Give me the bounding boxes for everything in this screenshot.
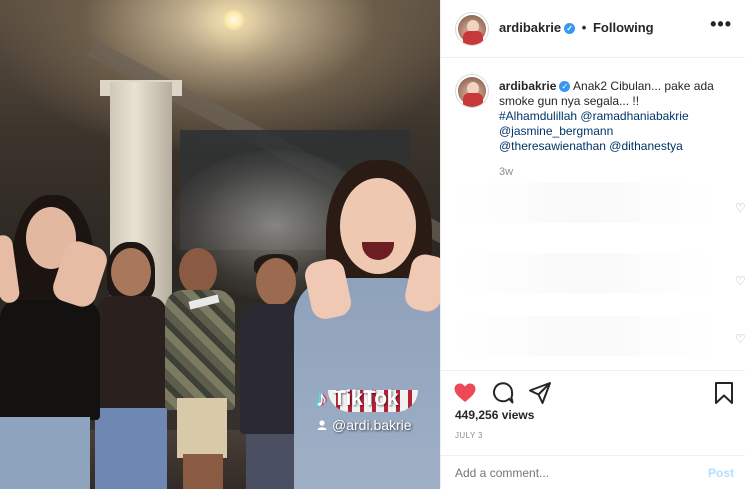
- blurred-comment: [455, 183, 715, 223]
- user-icon: [317, 420, 327, 430]
- bookmark-icon[interactable]: [712, 381, 736, 405]
- tiktok-brand: TikTok: [333, 387, 399, 410]
- header-user-line: ardibakrie ✓ • Following: [499, 20, 654, 35]
- post-date[interactable]: JULY 3: [455, 431, 483, 440]
- post-side-panel: ardibakrie ✓ • Following ••• ardibakrie ✓ …: [440, 0, 745, 489]
- caption-timestamp[interactable]: 3w: [499, 166, 513, 178]
- comment-like-icon[interactable]: ♡: [735, 201, 745, 215]
- ceiling-lamp: [222, 8, 246, 32]
- comments-section: ardibakrie ✓ Anak2 Cibulan... pake ada sm…: [441, 58, 745, 370]
- ceiling: [0, 0, 440, 150]
- hashtag-link[interactable]: #Alhamdulillah: [499, 109, 577, 123]
- caption-verified-badge-icon: ✓: [559, 81, 571, 93]
- header-separator: •: [581, 20, 587, 35]
- mention-link[interactable]: @theresawienathan: [499, 139, 606, 153]
- avatar[interactable]: [455, 12, 489, 46]
- mention-link[interactable]: @ramadhaniabakrie: [580, 109, 688, 123]
- post-button[interactable]: Post: [708, 466, 734, 480]
- share-icon[interactable]: [528, 381, 552, 405]
- comment-icon[interactable]: [491, 381, 515, 405]
- caption-avatar[interactable]: [455, 74, 489, 108]
- verified-badge-icon: ✓: [564, 23, 576, 35]
- caption-username[interactable]: ardibakrie: [499, 79, 556, 93]
- following-button[interactable]: Following: [593, 20, 654, 35]
- post-video[interactable]: ♪ TikTok @ardi.bakrie: [0, 0, 440, 489]
- comment-like-icon[interactable]: ♡: [735, 274, 745, 288]
- mention-link[interactable]: @dithanestya: [609, 139, 683, 153]
- header-username[interactable]: ardibakrie: [499, 20, 561, 35]
- blurred-comment: [455, 253, 715, 293]
- comment-like-icon[interactable]: ♡: [735, 332, 745, 346]
- more-options-icon[interactable]: •••: [710, 14, 732, 35]
- mention-link[interactable]: @jasmine_bergmann: [499, 124, 613, 138]
- tiktok-note-icon: ♪: [316, 386, 327, 411]
- comment-bar: Post: [441, 455, 745, 489]
- comment-input[interactable]: [455, 466, 685, 480]
- heart-filled-icon[interactable]: [453, 381, 477, 405]
- caption-text: ardibakrie ✓ Anak2 Cibulan... pake ada sm…: [499, 79, 735, 154]
- views-count[interactable]: 449,256 views: [455, 408, 534, 422]
- post-header: ardibakrie ✓ • Following •••: [441, 0, 745, 58]
- blurred-comment: [455, 316, 715, 356]
- tiktok-watermark: ♪ TikTok: [316, 386, 399, 412]
- tiktok-handle: @ardi.bakrie: [316, 417, 412, 433]
- tiktok-handle-text: @ardi.bakrie: [332, 417, 412, 433]
